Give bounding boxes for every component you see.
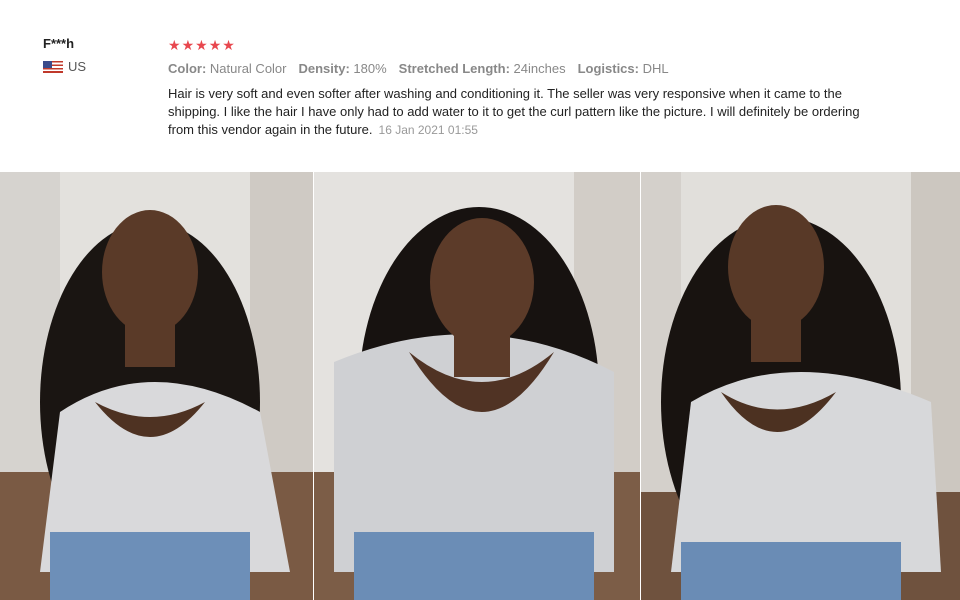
star-icon: ★ [208,37,222,53]
country-code: US [68,59,87,74]
star-icon: ★ [168,37,181,53]
star-icon: ★ [195,37,208,53]
spec-stretched-length: Stretched Length: 24inches [398,61,566,76]
review-item: F***h US ★ ★ ★ ★ ★ Color: Natural Color … [0,0,960,172]
review-photo-1[interactable] [0,172,313,600]
reviewer-country: US [43,59,86,74]
product-specs: Color: Natural Color Density: 180% Stret… [168,61,888,76]
review-content: ★ ★ ★ ★ ★ Color: Natural Color Density: … [168,37,888,139]
star-icon: ★ [181,37,195,53]
reviewer-info: F***h US [43,36,86,74]
spec-color: Color: Natural Color [168,61,287,76]
review-photos [0,172,960,600]
review-text: Hair is very soft and even softer after … [168,85,883,139]
review-date: 16 Jan 2021 01:55 [378,123,478,137]
us-flag-icon [43,60,63,73]
spec-density: Density: 180% [298,61,387,76]
reviewer-name: F***h [43,36,75,51]
star-rating: ★ ★ ★ ★ ★ [168,37,888,53]
star-icon: ★ [222,37,235,53]
review-body: Hair is very soft and even softer after … [168,86,860,137]
review-photo-2[interactable] [314,172,640,600]
review-photo-3[interactable] [641,172,960,600]
spec-logistics: Logistics: DHL [577,61,669,76]
